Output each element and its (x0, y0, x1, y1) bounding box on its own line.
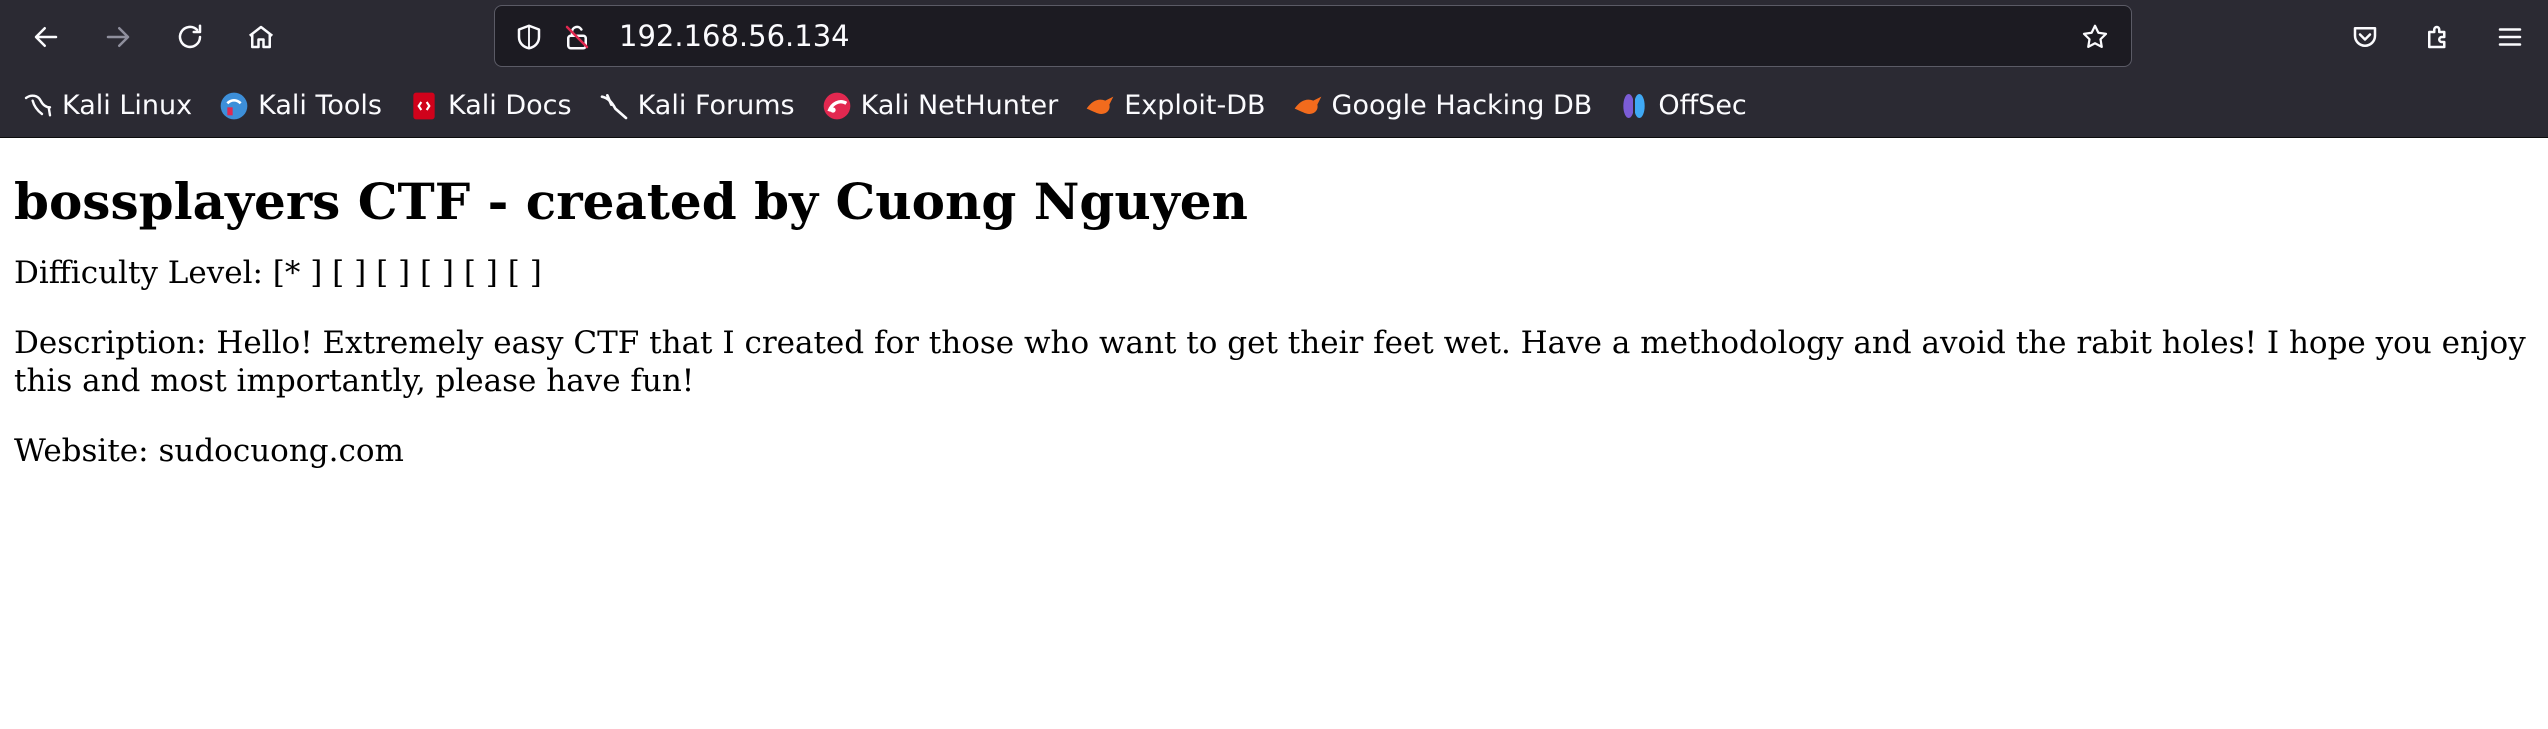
bookmark-label: Exploit-DB (1124, 90, 1266, 121)
forward-arrow-icon (106, 27, 130, 47)
bookmark-kali-tools[interactable]: Kali Tools (214, 83, 392, 129)
shield-icon (517, 24, 541, 50)
url-text[interactable]: 192.168.56.134 (619, 6, 850, 66)
website: Website: sudocuong.com (14, 433, 404, 469)
page-content: bossplayers CTF - created by Cuong Nguye… (0, 172, 2548, 470)
menu-button[interactable] (2488, 15, 2532, 59)
bookmark-exploit-db[interactable]: Exploit-DB (1080, 83, 1275, 129)
bookmark-label: Kali NetHunter (860, 90, 1059, 121)
insecure-lock-icon (565, 25, 589, 50)
offsec-icon (1618, 90, 1650, 122)
kali-forums-icon (598, 90, 630, 122)
description: Description: Hello! Extremely easy CTF t… (14, 325, 2526, 399)
ghdb-icon (1292, 90, 1324, 122)
puzzle-icon (2428, 25, 2446, 49)
kali-tools-icon (218, 90, 250, 122)
exploit-db-icon (1084, 90, 1116, 122)
bookmark-kali-docs[interactable]: Kali Docs (404, 83, 582, 129)
kali-dragon-icon (22, 90, 54, 122)
hamburger-menu-icon (2498, 28, 2522, 46)
bookmark-label: Kali Forums (637, 90, 795, 121)
bookmark-label: Kali Tools (258, 90, 382, 121)
forward-button[interactable] (96, 15, 140, 59)
bookmark-star-button[interactable] (2079, 21, 2111, 53)
kali-nethunter-icon (821, 90, 853, 122)
bookmark-label: Google Hacking DB (1331, 90, 1593, 121)
back-arrow-icon (34, 27, 58, 47)
tracking-protection-button[interactable] (513, 21, 545, 53)
nav-toolbar: 192.168.56.134 (0, 0, 2548, 74)
difficulty-level: Difficulty Level: [* ] [ ] [ ] [ ] [ ] [… (14, 255, 542, 291)
kali-docs-icon (408, 90, 440, 122)
bookmarks-toolbar: Kali Linux Kali Tools Kali Docs Kali For… (0, 74, 2548, 138)
bookmark-label: Kali Linux (62, 90, 193, 121)
browser-chrome: 192.168.56.134 Kali Linux Kali Tools Kal… (0, 0, 2548, 138)
page-title: bossplayers CTF - created by Cuong Nguye… (14, 172, 1248, 231)
bookmark-kali-nethunter[interactable]: Kali NetHunter (817, 83, 1069, 129)
bookmark-kali-linux[interactable]: Kali Linux (18, 83, 202, 129)
reload-icon (178, 24, 202, 49)
connection-security-button[interactable] (561, 21, 593, 53)
bookmark-label: Kali Docs (447, 90, 572, 121)
star-icon (2082, 24, 2108, 48)
reload-button[interactable] (168, 15, 212, 59)
pocket-icon (2353, 27, 2377, 47)
address-bar[interactable]: 192.168.56.134 (494, 5, 2132, 67)
bookmark-google-hacking-db[interactable]: Google Hacking DB (1288, 83, 1603, 129)
bookmark-kali-forums[interactable]: Kali Forums (594, 83, 805, 129)
back-button[interactable] (24, 15, 68, 59)
pocket-button[interactable] (2343, 15, 2387, 59)
extensions-button[interactable] (2416, 15, 2460, 59)
home-icon (248, 25, 274, 49)
bookmark-offsec[interactable]: OffSec (1614, 83, 1756, 129)
bookmark-label: OffSec (1658, 90, 1747, 121)
home-button[interactable] (239, 15, 283, 59)
